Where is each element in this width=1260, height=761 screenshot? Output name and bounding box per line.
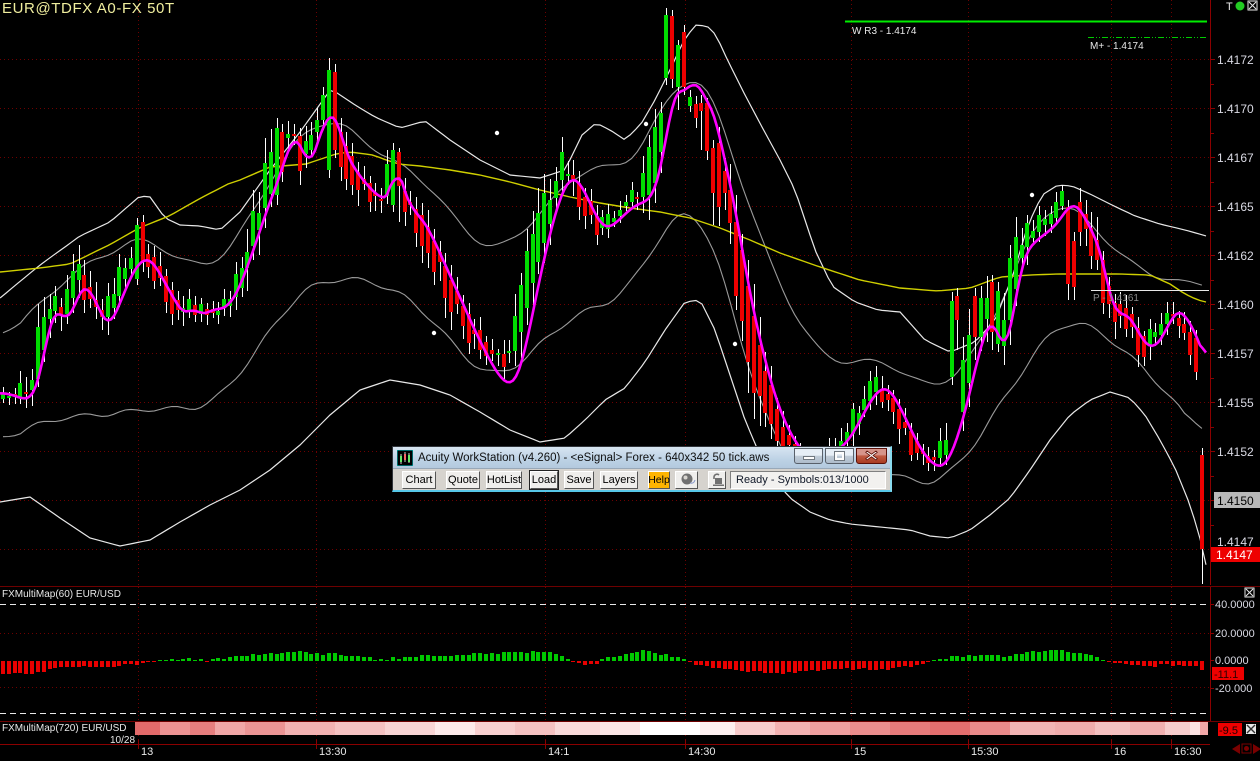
- svg-text:EUR@TDFX A0-FX 50T: EUR@TDFX A0-FX 50T: [2, 0, 175, 17]
- svg-text:1.4162: 1.4162: [1217, 249, 1254, 263]
- svg-text:1.4147: 1.4147: [1216, 548, 1253, 562]
- svg-text:16: 16: [1114, 746, 1126, 756]
- svg-text:1.4147: 1.4147: [1217, 535, 1254, 549]
- svg-text:0.0000: 0.0000: [1215, 655, 1249, 667]
- svg-text:-9.5: -9.5: [1219, 725, 1238, 737]
- svg-text:15: 15: [854, 746, 866, 756]
- svg-text:FXMultiMap(60) EUR/USD: FXMultiMap(60) EUR/USD: [2, 589, 121, 600]
- svg-text:14:30: 14:30: [688, 746, 716, 756]
- svg-text:1.4157: 1.4157: [1217, 347, 1254, 361]
- svg-text:T: T: [1226, 1, 1233, 13]
- svg-text:1.4150: 1.4150: [1217, 494, 1254, 508]
- svg-text:1.4172: 1.4172: [1217, 53, 1254, 67]
- svg-text:-11.1: -11.1: [1214, 669, 1238, 681]
- svg-text:1.4160: 1.4160: [1217, 298, 1254, 312]
- svg-text:13: 13: [141, 746, 153, 756]
- svg-text:10/28: 10/28: [110, 735, 135, 746]
- svg-text:W R3 - 1.4174: W R3 - 1.4174: [852, 26, 917, 37]
- svg-text:M+ - 1.4174: M+ - 1.4174: [1090, 41, 1144, 52]
- svg-text:16:30: 16:30: [1174, 746, 1202, 756]
- svg-text:20.0000: 20.0000: [1215, 628, 1255, 640]
- svg-text:14:1: 14:1: [548, 746, 569, 756]
- svg-text:1.4170: 1.4170: [1217, 102, 1254, 116]
- svg-text:1.4167: 1.4167: [1217, 151, 1254, 165]
- svg-text:1.4152: 1.4152: [1217, 445, 1254, 459]
- svg-text:-20.000: -20.000: [1215, 683, 1252, 695]
- svg-text:15:30: 15:30: [971, 746, 999, 756]
- svg-text:40.0000: 40.0000: [1215, 599, 1255, 611]
- svg-text:FXMultiMap(720) EUR/USD: FXMultiMap(720) EUR/USD: [2, 723, 126, 734]
- svg-text:13:30: 13:30: [319, 746, 347, 756]
- svg-text:1.4165: 1.4165: [1217, 200, 1254, 214]
- svg-text:P - 1.4161: P - 1.4161: [1093, 293, 1139, 304]
- svg-text:1.4155: 1.4155: [1217, 396, 1254, 410]
